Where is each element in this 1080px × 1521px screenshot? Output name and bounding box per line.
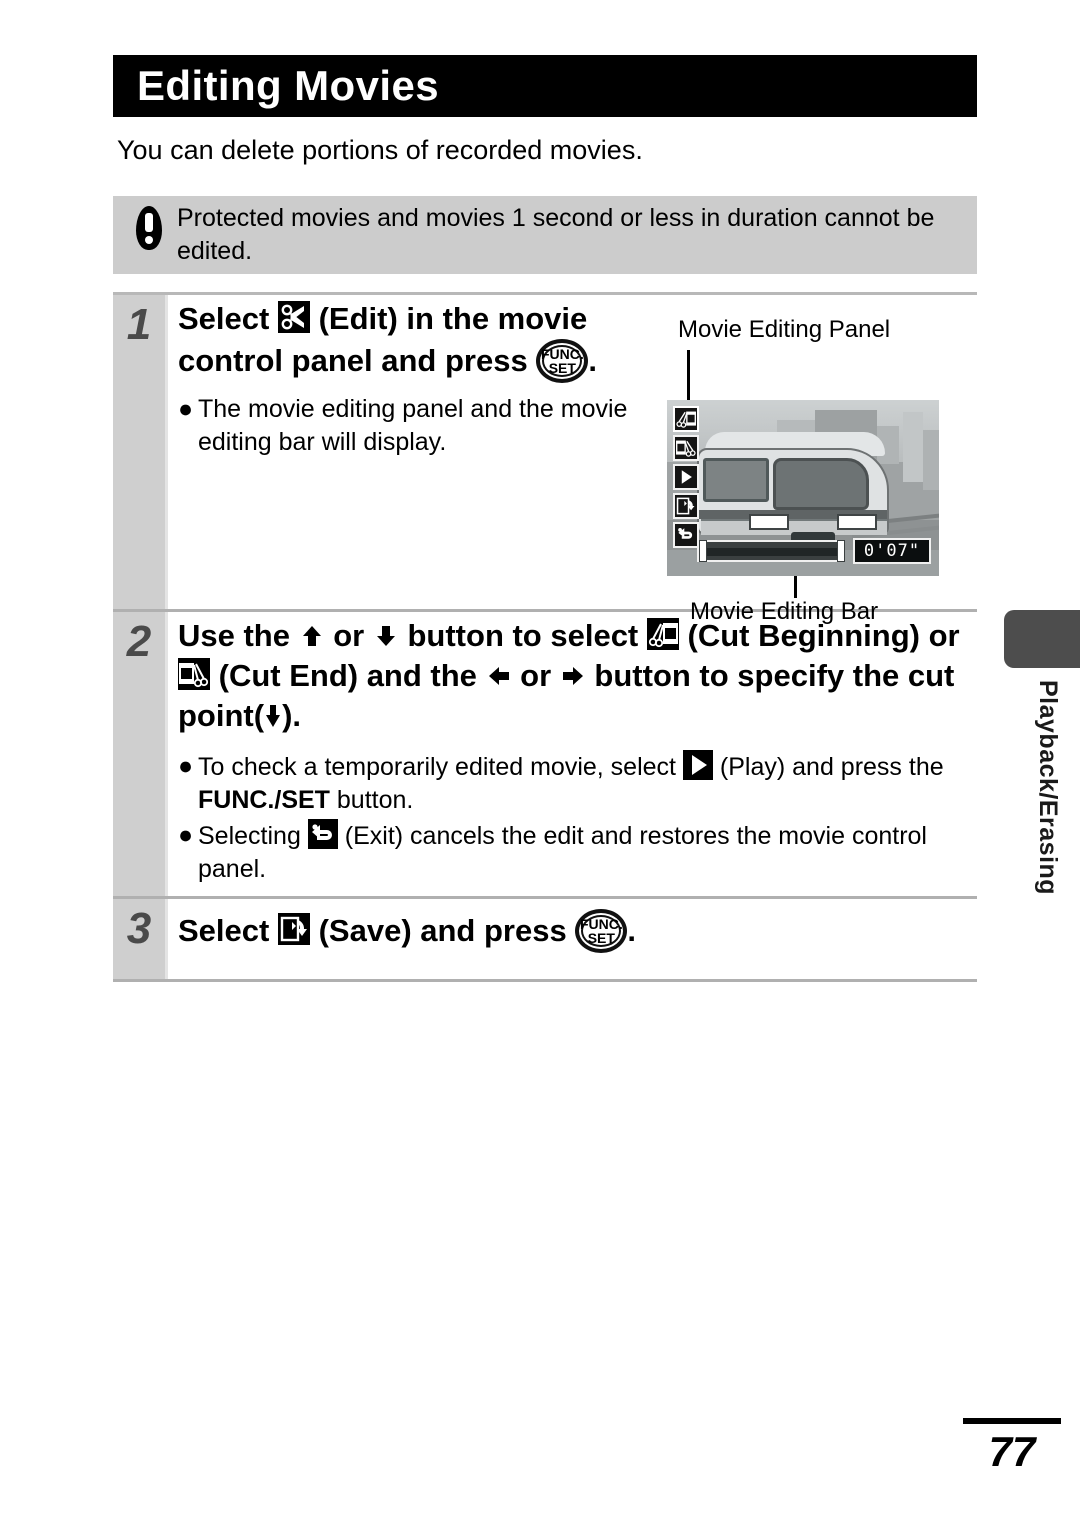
warning-box: Protected movies and movies 1 second or …: [113, 196, 977, 274]
step-3-text-a: Select: [178, 913, 270, 948]
panel-cut-beginning-icon[interactable]: [673, 406, 699, 432]
func-set-line2: SET: [548, 360, 576, 376]
cut-point-marker-icon: [264, 700, 282, 740]
bullet-text-a: To check a temporarily edited movie, sel…: [198, 753, 676, 781]
bullet-text: The movie editing panel and the movie ed…: [198, 395, 628, 456]
func-set-button[interactable]: FUNC. SET: [536, 339, 589, 383]
movie-editing-bar[interactable]: [697, 540, 845, 562]
step-2-number-column: 2: [113, 612, 168, 896]
panel-cut-end-icon[interactable]: [673, 435, 699, 461]
step-2-text-a: Use the: [178, 618, 290, 653]
bullet-marker: ●: [178, 752, 194, 780]
step-2-text-b: or: [333, 618, 365, 653]
exit-return-icon: [307, 819, 338, 849]
step-3-heading: Select (Save) and press FUNC. SET .: [178, 909, 977, 953]
bullet-marker: ●: [178, 821, 194, 849]
train-photo-subject: [687, 432, 893, 546]
page-title: Editing Movies: [137, 62, 439, 109]
intro-text: You can delete portions of recorded movi…: [117, 135, 643, 165]
panel-play-icon[interactable]: [673, 464, 699, 490]
step-3: 3 Select (Save) and press FUNC. SET .: [113, 896, 977, 982]
step-2-text-c: button to select: [407, 618, 639, 653]
bullet-item: ● To check a temporarily edited movie, s…: [178, 750, 977, 817]
warning-text: Protected movies and movies 1 second or …: [177, 204, 935, 265]
bullet-text-c: button.: [336, 786, 414, 814]
bullet-text-b: (Play) and press the: [719, 753, 944, 781]
train-side-window: [703, 458, 769, 502]
page-number: 77: [988, 1428, 1036, 1475]
figure-label-movie-editing-panel: Movie Editing Panel: [678, 316, 891, 343]
background-building: [903, 412, 923, 482]
step-number: 1: [126, 300, 152, 349]
train-windshield: [773, 458, 869, 510]
func-set-line1: FUNC.: [540, 346, 584, 362]
step-2-text-f: or: [520, 658, 552, 693]
side-tab-label: Playback/Erasing: [1034, 680, 1062, 896]
func-set-bold-label: FUNC./SET: [198, 786, 330, 814]
manual-page: Editing Movies You can delete portions o…: [0, 0, 1080, 1521]
step-1-text-c: .: [588, 343, 597, 378]
camera-lcd-preview: 0'07": [667, 400, 939, 576]
arrow-right-icon: [560, 663, 586, 695]
side-tab-block: [1004, 610, 1080, 668]
arrow-up-icon: [299, 623, 325, 655]
func-set-line2: SET: [587, 930, 615, 946]
bullet-text-a: Selecting: [198, 822, 301, 850]
figure-label-movie-editing-bar: Movie Editing Bar: [690, 598, 879, 625]
page-title-bar: Editing Movies: [113, 55, 977, 117]
step-1-number-column: 1: [113, 295, 168, 609]
step-2-body: Use the or button to select (Cut Beginni…: [168, 612, 977, 896]
bullet-text: Selecting (Exit) cancels the edit and re…: [198, 819, 977, 886]
func-set-button[interactable]: FUNC. SET: [575, 909, 628, 953]
play-icon: [682, 750, 713, 780]
cut-end-icon: [178, 658, 210, 690]
movie-timecode: 0'07": [853, 538, 931, 564]
bullet-item: ● Selecting (Exit) cancels the edit and …: [178, 819, 977, 886]
panel-exit-return-icon[interactable]: [673, 522, 699, 548]
step-1-heading: Select (Edit) in the movie control panel…: [178, 299, 648, 383]
save-icon: [277, 913, 310, 945]
step-number: 3: [126, 904, 152, 953]
edit-scissors-icon: [277, 301, 310, 333]
camera-screen-figure: Movie Editing Panel 0'07" Movie Editing …: [664, 316, 984, 628]
bullet-text: To check a temporarily edited movie, sel…: [198, 750, 977, 817]
editing-bar-fill: [701, 548, 843, 556]
step-3-body: Select (Save) and press FUNC. SET .: [168, 899, 977, 979]
step-3-number-column: 3: [113, 899, 168, 979]
step-2-text-h: ).: [282, 698, 302, 733]
step-3-text-b: (Save) and press: [318, 913, 567, 948]
step-2-bullets: ● To check a temporarily edited movie, s…: [178, 750, 977, 886]
bullet-marker: ●: [178, 395, 194, 423]
train-headlamp: [837, 514, 877, 530]
arrow-down-icon: [373, 623, 399, 655]
step-2: 2 Use the or button to select (Cut Begin…: [113, 609, 977, 896]
step-number: 2: [126, 617, 152, 666]
section-side-tab: Playback/Erasing: [1004, 610, 1080, 895]
train-headlamp: [749, 514, 789, 530]
exclamation-icon: [129, 204, 169, 250]
step-2-text-e: (Cut End) and the: [218, 658, 477, 693]
step-1-text-a: Select: [178, 301, 270, 336]
step-3-text-c: .: [627, 913, 636, 948]
arrow-left-icon: [486, 663, 512, 695]
editing-bar-end-marker[interactable]: [837, 540, 845, 562]
leader-line-panel: [687, 350, 690, 400]
leader-line-bar: [794, 576, 797, 598]
step-2-heading: Use the or button to select (Cut Beginni…: [178, 616, 977, 740]
func-set-line1: FUNC.: [579, 916, 623, 932]
editing-bar-start-marker[interactable]: [699, 540, 707, 562]
footer-rule: [963, 1418, 1061, 1424]
movie-editing-panel[interactable]: [673, 406, 699, 551]
panel-save-icon[interactable]: [673, 493, 699, 519]
background-building: [923, 430, 939, 490]
